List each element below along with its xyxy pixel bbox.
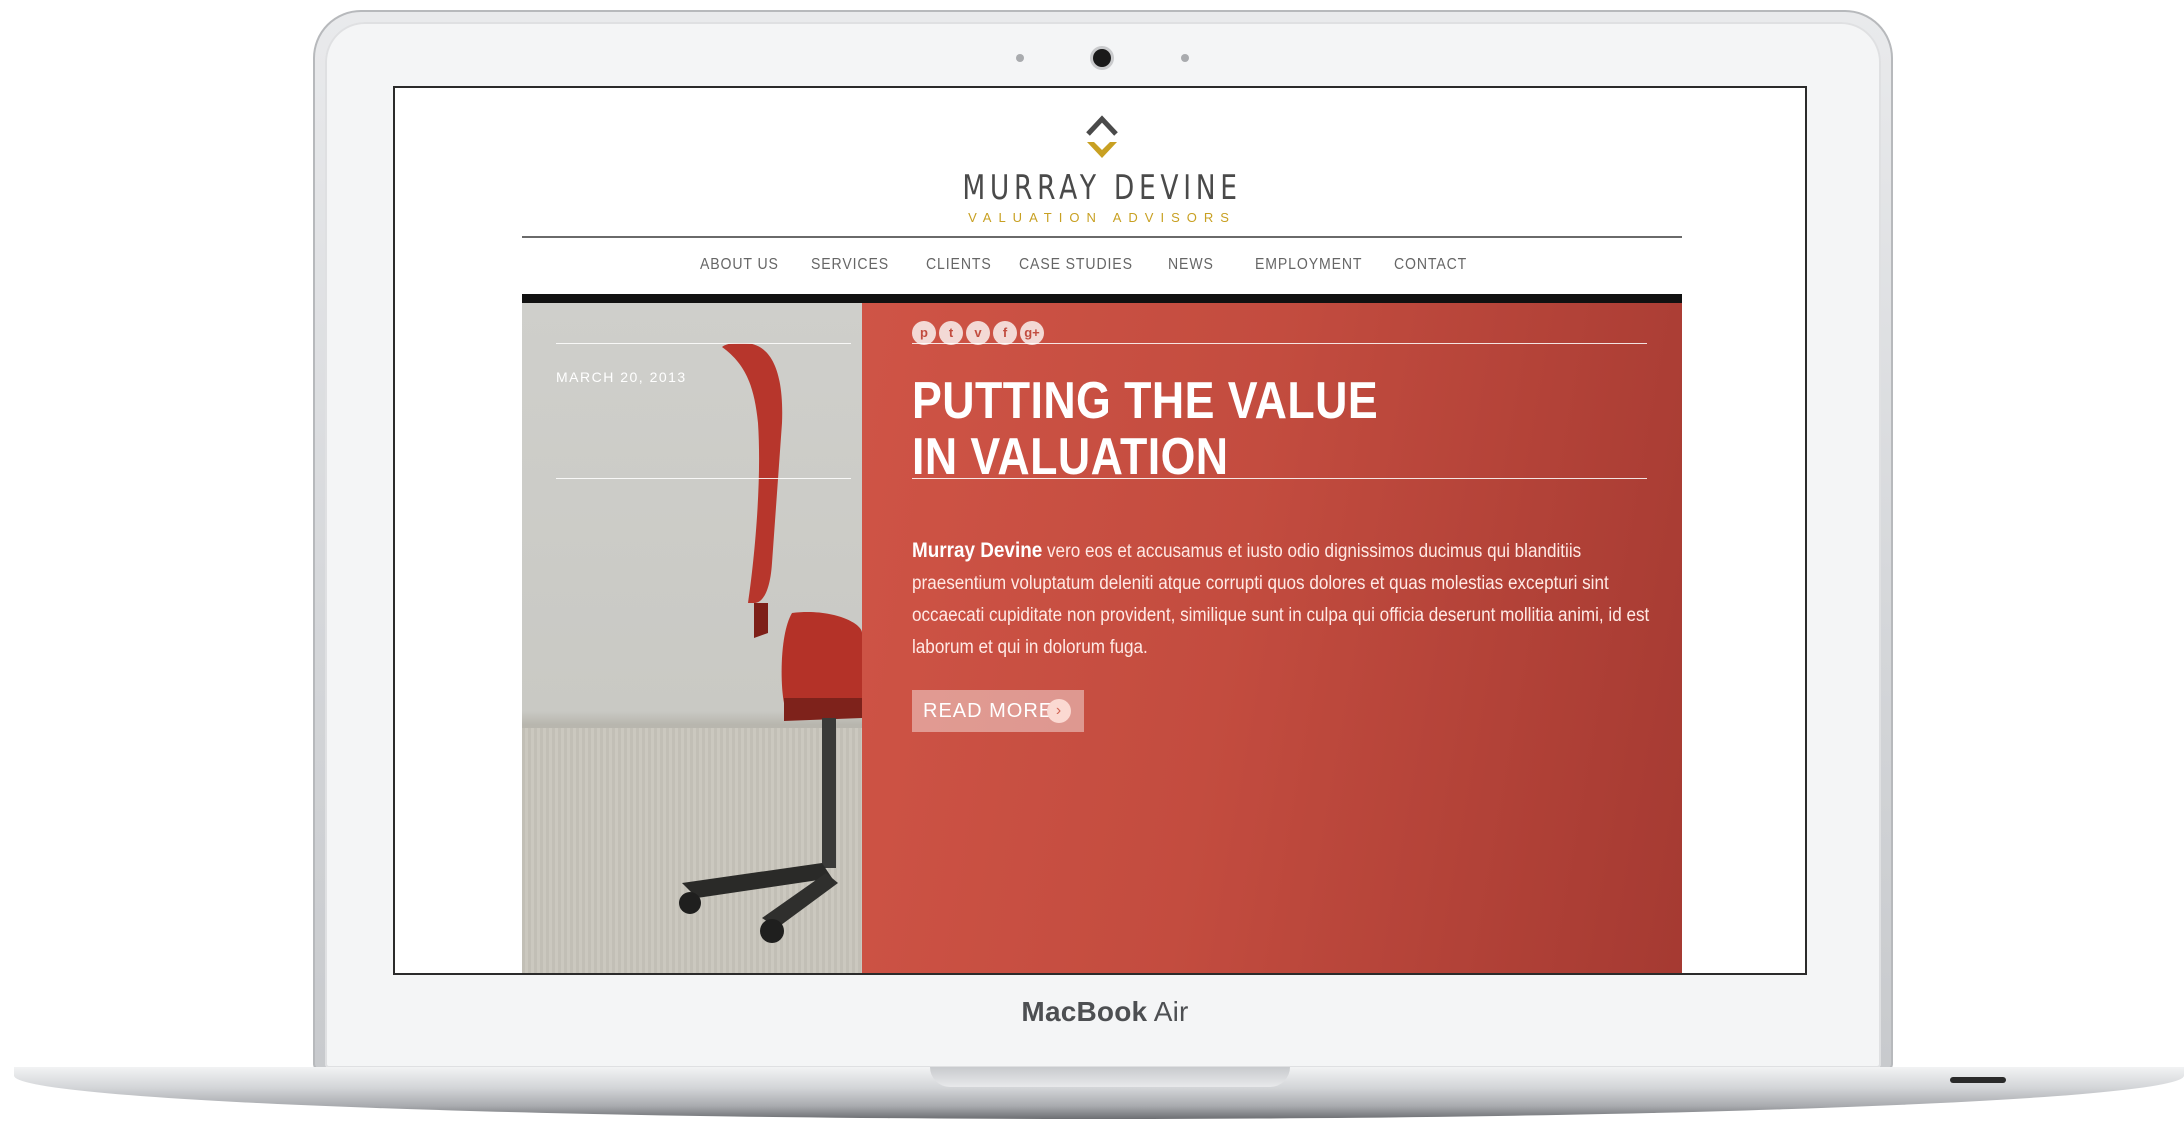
nav-divider (522, 236, 1682, 238)
nav-news[interactable]: NEWS (1168, 256, 1214, 274)
date-rule-top (556, 343, 851, 344)
hero-photo (522, 303, 862, 973)
hero-headline: PUTTING THE VALUE IN VALUATION (912, 372, 1379, 486)
screen: MURRAY DEVINE VALUATION ADVISORS ABOUT U… (393, 86, 1807, 975)
nav-about-us[interactable]: ABOUT US (700, 256, 779, 274)
logo-icon[interactable] (1083, 112, 1121, 164)
webcam (1093, 49, 1111, 67)
office-chair-image (679, 343, 862, 943)
vimeo-icon[interactable]: v (966, 321, 990, 345)
hero-top-bar (522, 294, 1682, 303)
date-rule-bottom (556, 478, 851, 479)
hero-body-text: Murray Devine vero eos et accusamus et i… (912, 539, 1650, 658)
read-more-button[interactable]: READ MORE › (912, 690, 1084, 732)
headline-rule-bottom (912, 478, 1647, 479)
laptop-port (1950, 1077, 2006, 1083)
logo-name[interactable]: MURRAY DEVINE (650, 168, 1555, 208)
twitter-icon[interactable]: t (939, 321, 963, 345)
nav-contact[interactable]: CONTACT (1394, 256, 1467, 274)
nav-clients[interactable]: CLIENTS (926, 256, 992, 274)
ambient-sensor (1016, 54, 1024, 62)
facebook-icon[interactable]: f (993, 321, 1017, 345)
website: MURRAY DEVINE VALUATION ADVISORS ABOUT U… (522, 88, 1682, 973)
post-date: MARCH 20, 2013 (556, 369, 687, 385)
headline-rule-top (912, 343, 1647, 344)
nav-case-studies[interactable]: CASE STUDIES (1019, 256, 1133, 274)
logo-tagline: VALUATION ADVISORS (968, 210, 1236, 225)
laptop-hinge-notch (930, 1067, 1290, 1087)
nav-employment[interactable]: EMPLOYMENT (1255, 256, 1362, 274)
nav-services[interactable]: SERVICES (811, 256, 889, 274)
camera-light (1181, 54, 1189, 62)
pinterest-icon[interactable]: p (912, 321, 936, 345)
main-nav: ABOUT US SERVICES CLIENTS CASE STUDIES N… (522, 256, 1682, 280)
hero-section: MARCH 20, 2013 p t v f g+ PUTTING THE VALUE I… (522, 303, 1682, 973)
device-brand-label: MacBook Air (1021, 996, 1189, 1027)
arrow-right-icon: › (1047, 699, 1071, 723)
google-plus-icon[interactable]: g+ (1020, 321, 1044, 345)
